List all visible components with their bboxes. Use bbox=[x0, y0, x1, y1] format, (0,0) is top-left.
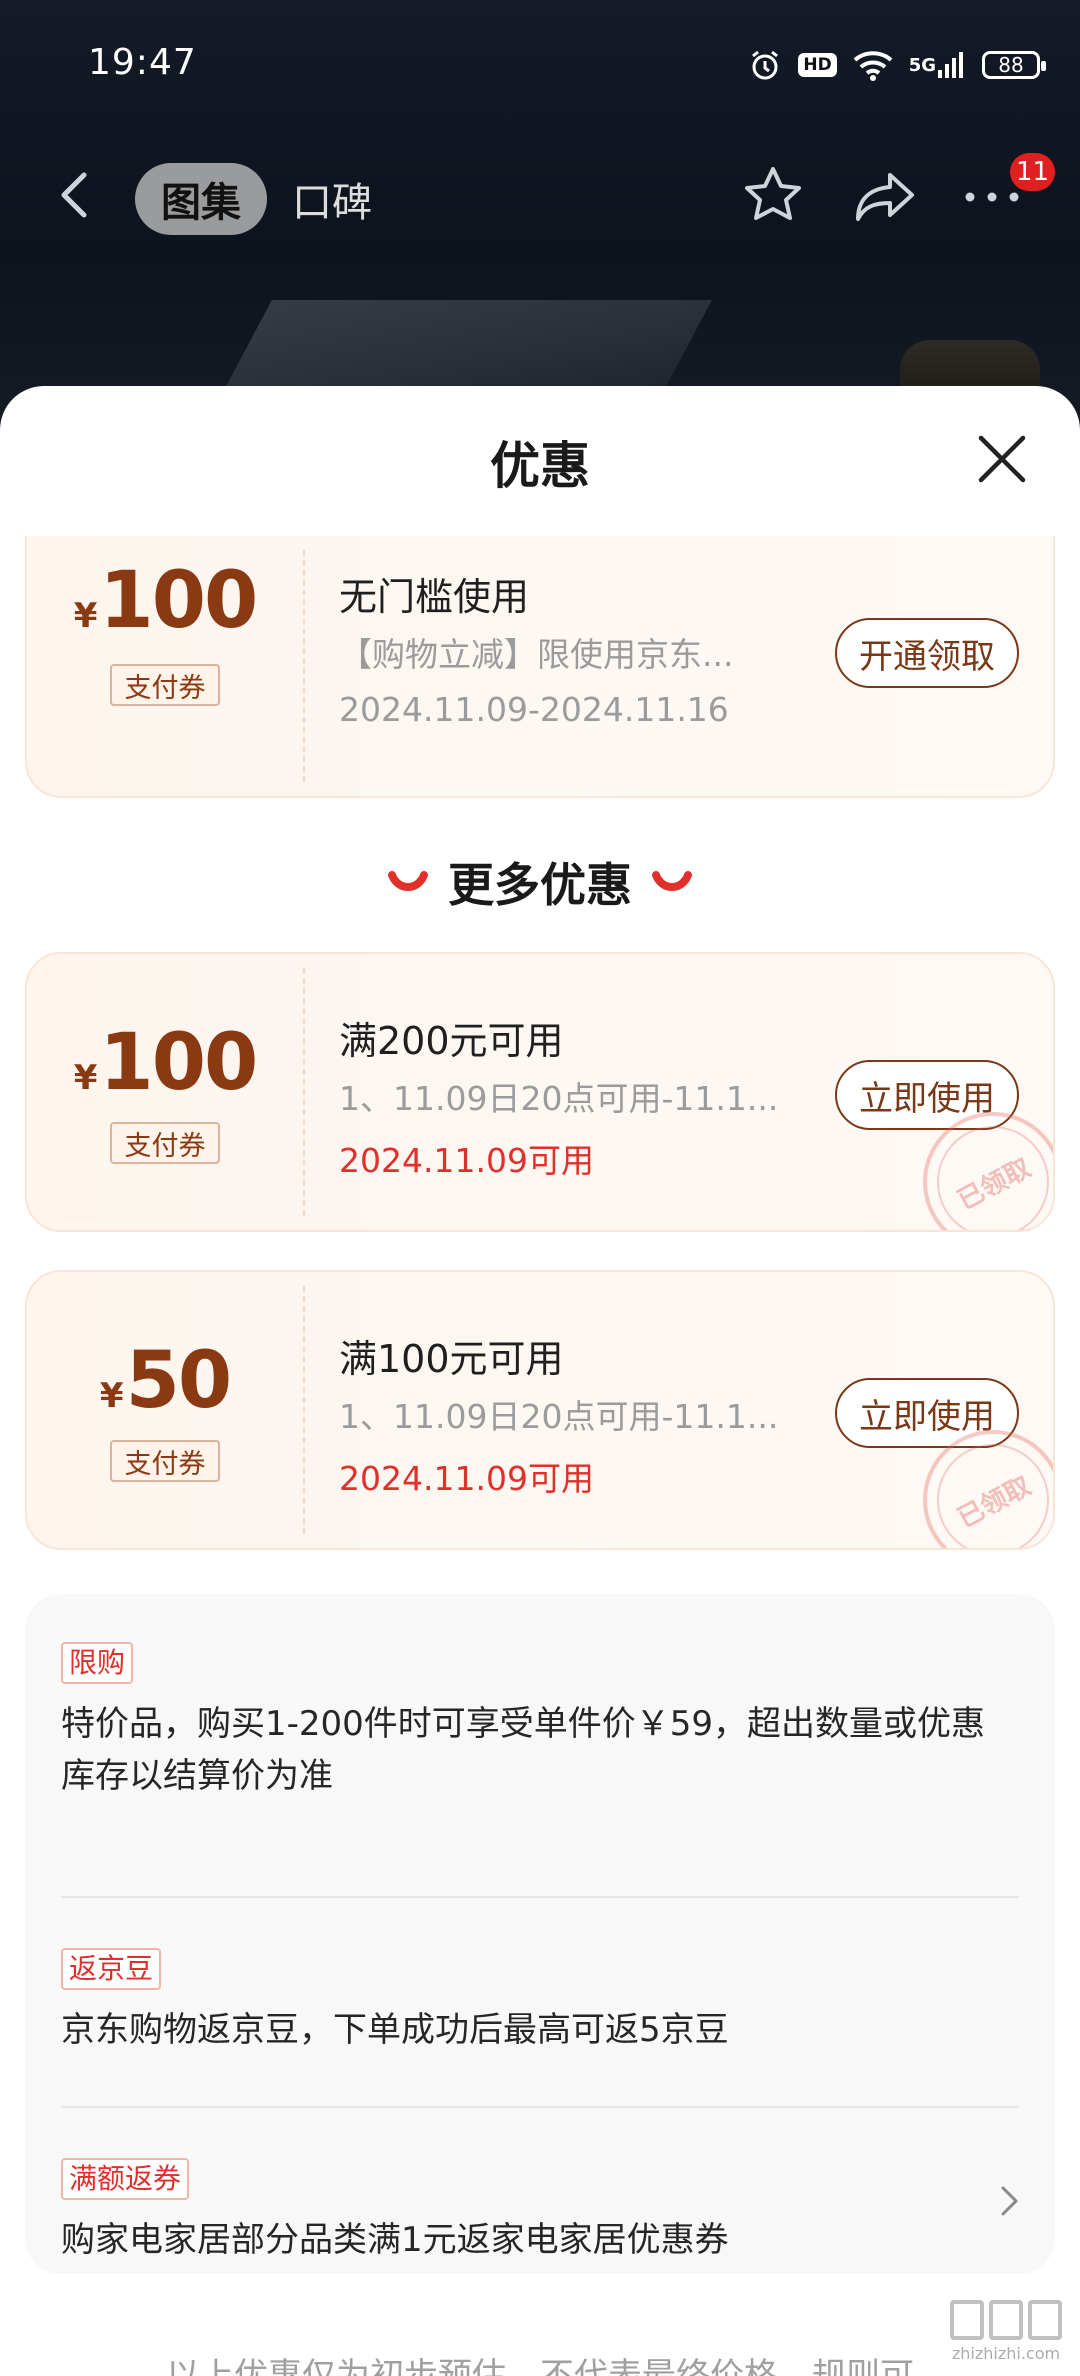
watermark-logo-box bbox=[1028, 2300, 1062, 2340]
message-count-badge: 11 bbox=[1010, 153, 1056, 191]
status-bar: 19:47 HD 5G 88 bbox=[0, 0, 1080, 130]
claimed-stamp: 已领取 bbox=[917, 1106, 1053, 1230]
coupon-card: ¥100 支付券 无门槛使用 【购物立减】限使用京东... 2024.11.09… bbox=[25, 536, 1055, 798]
currency-symbol: ¥ bbox=[73, 596, 98, 636]
more-offers-title: 更多优惠 bbox=[448, 858, 632, 912]
coupon-description: 1、11.09日20点可用-11.1... bbox=[339, 1079, 779, 1118]
share-icon[interactable] bbox=[852, 167, 918, 227]
coupon-value: 100 bbox=[99, 1018, 258, 1108]
network-type: 5G bbox=[908, 54, 936, 76]
promo-text: 特价品，购买1-200件时可享受单件价￥59，超出数量或优惠库存以结算价为准 bbox=[61, 1704, 986, 1796]
star-icon[interactable] bbox=[740, 163, 806, 229]
coupon-type-tag: 支付券 bbox=[110, 664, 220, 706]
tab-reviews[interactable]: 口碑 bbox=[292, 163, 372, 235]
product-header-background: 19:47 HD 5G 88 图集 口碑 11 bbox=[0, 0, 1080, 420]
coupon-card: ¥50 支付券 满100元可用 1、11.09日20点可用-11.1... 20… bbox=[25, 1270, 1055, 1550]
coupon-description: 1、11.09日20点可用-11.1... bbox=[339, 1397, 779, 1436]
promo-divider bbox=[61, 2106, 1019, 2108]
coupon-divider bbox=[303, 550, 305, 782]
coupon-value: 100 bbox=[99, 556, 258, 646]
footer-disclaimer: 以上优惠仅为初步预估，不代表最终价格，规则可 bbox=[166, 2356, 914, 2376]
more-offers-heading: 更多优惠 bbox=[0, 852, 1080, 912]
watermark-text: zhizhizhi.com bbox=[951, 2344, 1061, 2363]
coupon-title: 满200元可用 bbox=[339, 1019, 564, 1063]
coupon-title: 无门槛使用 bbox=[339, 575, 530, 619]
promo-tag: 限购 bbox=[61, 1642, 134, 1684]
close-icon[interactable] bbox=[975, 432, 1029, 486]
site-watermark: zhizhizhi.com bbox=[946, 2300, 1066, 2370]
coupon-amount-area: ¥100 支付券 bbox=[27, 954, 303, 1230]
promo-coupon-rebate[interactable]: 满额返券 购家电家居部分品类满1元返家电家居优惠券 bbox=[61, 2158, 1019, 2266]
promo-text: 京东购物返京豆，下单成功后最高可返5京豆 bbox=[61, 2010, 729, 2050]
activate-claim-button[interactable]: 开通领取 bbox=[835, 618, 1019, 688]
currency-symbol: ¥ bbox=[73, 1058, 98, 1098]
promo-tag: 满额返券 bbox=[61, 2158, 190, 2200]
signal-icon: 5G bbox=[909, 50, 966, 80]
coupon-divider bbox=[303, 968, 305, 1216]
coupon-divider bbox=[303, 1286, 305, 1534]
promo-jingdou-rebate: 返京豆 京东购物返京豆，下单成功后最高可返5京豆 bbox=[61, 1948, 1019, 2056]
wifi-icon bbox=[853, 49, 893, 81]
back-arrow-icon[interactable] bbox=[50, 167, 100, 223]
offers-sheet: 优惠 ¥100 支付券 无门槛使用 【购物立减】限使用京东... 2024.11… bbox=[0, 386, 1080, 2376]
coupon-validity: 2024.11.09可用 bbox=[339, 1459, 594, 1498]
coupon-amount-area: ¥100 支付券 bbox=[27, 536, 303, 796]
alarm-icon bbox=[748, 48, 782, 82]
coupon-description: 【购物立减】限使用京东... bbox=[339, 635, 734, 674]
coupon-value: 50 bbox=[125, 1336, 233, 1426]
watermark-logo-box bbox=[950, 2300, 984, 2340]
top-nav: 图集 口碑 11 bbox=[0, 145, 1080, 245]
smile-left-icon bbox=[388, 871, 428, 891]
coupon-validity: 2024.11.09可用 bbox=[339, 1141, 594, 1180]
currency-symbol: ¥ bbox=[99, 1376, 124, 1416]
promo-divider bbox=[61, 1896, 1019, 1898]
promo-text: 购家电家居部分品类满1元返家电家居优惠券 bbox=[61, 2220, 729, 2260]
battery-icon: 88 bbox=[982, 51, 1046, 79]
coupon-amount: ¥100 bbox=[27, 556, 303, 646]
coupon-validity: 2024.11.09-2024.11.16 bbox=[339, 690, 729, 729]
promotions-card: 限购 特价品，购买1-200件时可享受单件价￥59，超出数量或优惠库存以结算价为… bbox=[25, 1594, 1055, 2274]
coupon-title: 满100元可用 bbox=[339, 1337, 564, 1381]
hd-icon: HD bbox=[798, 53, 837, 77]
coupon-amount: ¥50 bbox=[27, 1336, 303, 1426]
tab-album[interactable]: 图集 bbox=[135, 163, 267, 235]
coupon-type-tag: 支付券 bbox=[110, 1440, 220, 1482]
smile-right-icon bbox=[652, 871, 692, 891]
watermark-logo-box bbox=[989, 2300, 1023, 2340]
claimed-stamp: 已领取 bbox=[917, 1424, 1053, 1548]
chevron-right-icon[interactable] bbox=[999, 2184, 1021, 2218]
status-icons: HD 5G 88 bbox=[748, 40, 1046, 90]
promo-purchase-limit: 限购 特价品，购买1-200件时可享受单件价￥59，超出数量或优惠库存以结算价为… bbox=[61, 1642, 1019, 1802]
sheet-title: 优惠 bbox=[490, 437, 590, 495]
status-time: 19:47 bbox=[88, 42, 197, 83]
promo-tag: 返京豆 bbox=[61, 1948, 162, 1990]
coupon-amount-area: ¥50 支付券 bbox=[27, 1272, 303, 1548]
coupon-type-tag: 支付券 bbox=[110, 1122, 220, 1164]
coupon-amount: ¥100 bbox=[27, 1018, 303, 1108]
coupon-card: ¥100 支付券 满200元可用 1、11.09日20点可用-11.1... 2… bbox=[25, 952, 1055, 1232]
